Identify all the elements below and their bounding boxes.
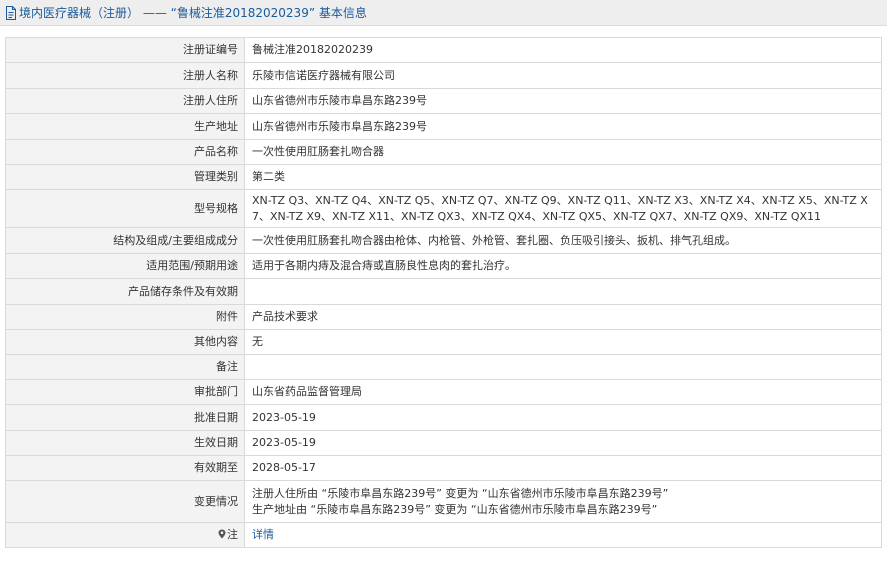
row-label: 适用范围/预期用途 xyxy=(5,253,245,279)
table-row: 生产地址 山东省德州市乐陵市阜昌东路239号 xyxy=(5,113,882,140)
row-label: 注册人名称 xyxy=(5,62,245,89)
table-row: 审批部门 山东省药品监督管理局 xyxy=(5,379,882,405)
change-line-2: 生产地址由 “乐陵市阜昌东路239号” 变更为 “山东省德州市乐陵市阜昌东路23… xyxy=(252,502,658,516)
row-value: 无 xyxy=(244,329,882,355)
row-value: 2028-05-17 xyxy=(244,455,882,481)
table-row: 适用范围/预期用途 适用于各期内痔及混合痔或直肠良性息肉的套扎治疗。 xyxy=(5,253,882,279)
table-row: 附件 产品技术要求 xyxy=(5,304,882,330)
table-row: 型号规格 XN-TZ Q3、XN-TZ Q4、XN-TZ Q5、XN-TZ Q7、… xyxy=(5,189,882,228)
table-row: 备注 xyxy=(5,354,882,380)
row-label: 其他内容 xyxy=(5,329,245,355)
table-row: 产品名称 一次性使用肛肠套扎吻合器 xyxy=(5,139,882,165)
note-label: 注 xyxy=(227,528,238,541)
row-value xyxy=(244,278,882,305)
table-row: 产品储存条件及有效期 xyxy=(5,278,882,305)
row-label: 备注 xyxy=(5,354,245,380)
row-label: 有效期至 xyxy=(5,455,245,481)
row-label: 变更情况 xyxy=(5,480,245,523)
row-label: 产品储存条件及有效期 xyxy=(5,278,245,305)
row-label: 管理类别 xyxy=(5,164,245,190)
row-value: XN-TZ Q3、XN-TZ Q4、XN-TZ Q5、XN-TZ Q7、XN-T… xyxy=(244,189,882,228)
row-label: 附件 xyxy=(5,304,245,330)
info-table-body: 注册证编号 鲁械注准20182020239 注册人名称 乐陵市信诺医疗器械有限公司 注册… xyxy=(5,37,882,548)
row-value-note: 详情 xyxy=(244,522,882,548)
table-row: 生效日期 2023-05-19 xyxy=(5,430,882,456)
pin-icon xyxy=(218,529,226,539)
document-icon xyxy=(6,5,16,20)
row-label: 产品名称 xyxy=(5,139,245,165)
row-value-change: 注册人住所由 “乐陵市阜昌东路239号” 变更为 “山东省德州市乐陵市阜昌东路2… xyxy=(244,480,882,523)
row-value: 乐陵市信诺医疗器械有限公司 xyxy=(244,62,882,89)
table-row: 注册人名称 乐陵市信诺医疗器械有限公司 xyxy=(5,62,882,89)
row-label: 型号规格 xyxy=(5,189,245,228)
table-row-change: 变更情况 注册人住所由 “乐陵市阜昌东路239号” 变更为 “山东省德州市乐陵市阜… xyxy=(5,480,882,523)
row-value xyxy=(244,354,882,380)
table-row: 有效期至 2028-05-17 xyxy=(5,455,882,481)
table-row: 注册证编号 鲁械注准20182020239 xyxy=(5,37,882,63)
page-header: 境内医疗器械（注册） —— “鲁械注准20182020239” 基本信息 xyxy=(0,0,887,26)
row-label: 注 xyxy=(5,522,245,548)
table-row: 结构及组成/主要组成成分 一次性使用肛肠套扎吻合器由枪体、内枪管、外枪管、套扎圈、… xyxy=(5,227,882,254)
row-value: 适用于各期内痔及混合痔或直肠良性息肉的套扎治疗。 xyxy=(244,253,882,279)
table-row: 其他内容无 xyxy=(5,329,882,355)
table-row: 批准日期 2023-05-19 xyxy=(5,404,882,431)
row-value: 产品技术要求 xyxy=(244,304,882,330)
row-value: 一次性使用肛肠套扎吻合器 xyxy=(244,139,882,165)
row-label: 结构及组成/主要组成成分 xyxy=(5,227,245,254)
table-row-note: 注 详情 xyxy=(5,522,882,548)
row-value: 2023-05-19 xyxy=(244,404,882,431)
change-line-1: 注册人住所由 “乐陵市阜昌东路239号” 变更为 “山东省德州市乐陵市阜昌东路2… xyxy=(252,486,669,500)
row-value: 山东省德州市乐陵市阜昌东路239号 xyxy=(244,88,882,114)
row-value: 2023-05-19 xyxy=(244,430,882,456)
row-label: 生产地址 xyxy=(5,113,245,140)
row-value: 第二类 xyxy=(244,164,882,190)
details-link[interactable]: 详情 xyxy=(252,528,274,541)
row-value: 山东省德州市乐陵市阜昌东路239号 xyxy=(244,113,882,140)
row-label: 审批部门 xyxy=(5,379,245,405)
page-title: 境内医疗器械（注册） —— “鲁械注准20182020239” 基本信息 xyxy=(19,6,367,20)
table-row: 管理类别 第二类 xyxy=(5,164,882,190)
row-value: 鲁械注准20182020239 xyxy=(244,37,882,63)
row-value: 山东省药品监督管理局 xyxy=(244,379,882,405)
row-label: 注册证编号 xyxy=(5,37,245,63)
row-label: 注册人住所 xyxy=(5,88,245,114)
row-label: 生效日期 xyxy=(5,430,245,456)
info-table: 注册证编号 鲁械注准20182020239 注册人名称 乐陵市信诺医疗器械有限公司 注册… xyxy=(5,37,882,548)
table-row: 注册人住所 山东省德州市乐陵市阜昌东路239号 xyxy=(5,88,882,114)
row-label: 批准日期 xyxy=(5,404,245,431)
row-value: 一次性使用肛肠套扎吻合器由枪体、内枪管、外枪管、套扎圈、负压吸引接头、扳机、排气… xyxy=(244,227,882,254)
